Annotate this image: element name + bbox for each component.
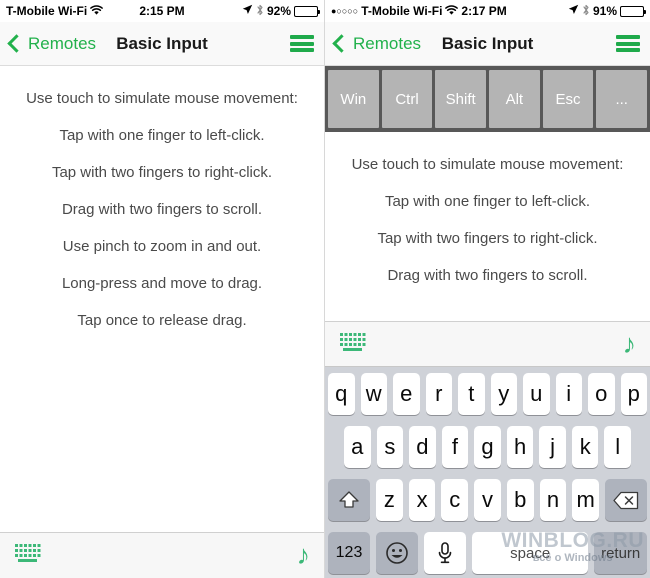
carrier-label: T-Mobile Wi-Fi <box>361 4 443 18</box>
chevron-left-icon <box>7 34 26 53</box>
modifier-key-shift[interactable]: Shift <box>435 70 487 128</box>
key-g[interactable]: g <box>474 426 501 468</box>
status-bar-left-group: T-Mobile Wi-Fi <box>6 4 104 18</box>
key-j[interactable]: j <box>539 426 566 468</box>
right-nav-bar: Remotes Basic Input <box>325 22 650 66</box>
instruction-line: Use touch to simulate mouse movement: <box>26 90 298 107</box>
key-space[interactable]: space <box>472 532 589 574</box>
battery-full-icon <box>620 5 646 17</box>
wifi-icon <box>90 4 104 18</box>
key-i[interactable]: i <box>555 373 582 415</box>
key-z[interactable]: z <box>375 479 403 521</box>
emoji-smiley-icon[interactable] <box>376 532 418 574</box>
instruction-line: Tap with one finger to left-click. <box>384 193 591 210</box>
right-phone-screen: ●○○○○ T-Mobile Wi-Fi 2:17 PM 91% Remotes… <box>325 0 650 578</box>
left-phone-screen: T-Mobile Wi-Fi 2:15 PM 92% Remotes Basic… <box>0 0 325 578</box>
key-y[interactable]: y <box>490 373 517 415</box>
key-u[interactable]: u <box>523 373 550 415</box>
status-bar-time: 2:17 PM <box>461 4 507 18</box>
music-note-icon[interactable]: ♪ <box>623 330 637 358</box>
left-accessory-toolbar: ♪ <box>0 532 324 578</box>
instruction-line: Long-press and move to drag. <box>61 275 263 292</box>
keyboard-icon[interactable] <box>14 542 44 569</box>
left-status-bar: T-Mobile Wi-Fi 2:15 PM 92% <box>0 0 324 22</box>
key-h[interactable]: h <box>506 426 534 468</box>
right-accessory-toolbar: ♪ <box>325 321 650 367</box>
battery-percent-label: 91% <box>592 4 617 18</box>
backspace-icon[interactable] <box>605 479 648 521</box>
hamburger-menu-icon[interactable] <box>290 35 314 52</box>
back-button-label: Remotes <box>28 33 97 53</box>
wifi-icon <box>445 4 459 18</box>
right-instructions-panel: Use touch to simulate mouse movement: Ta… <box>325 132 650 294</box>
modifier-key-ctrl[interactable]: Ctrl <box>381 70 433 128</box>
key-c[interactable]: c <box>441 479 469 521</box>
key-return[interactable]: return <box>594 532 647 574</box>
key-e[interactable]: e <box>393 373 420 415</box>
microphone-icon[interactable] <box>424 532 466 574</box>
instruction-line: Tap with two fingers to right-click. <box>377 230 598 247</box>
onscreen-keyboard: q w e r t y u i o p a s d f g h j k l z … <box>325 367 650 578</box>
hamburger-menu-icon[interactable] <box>616 35 640 52</box>
key-l[interactable]: l <box>604 426 632 468</box>
key-n[interactable]: n <box>539 479 567 521</box>
signal-strength-dots: ●○○○○ <box>331 5 359 16</box>
key-d[interactable]: d <box>409 426 436 468</box>
key-m[interactable]: m <box>572 479 600 521</box>
status-bar-left-group: ●○○○○ T-Mobile Wi-Fi 2:17 PM <box>331 4 507 18</box>
back-button-remotes[interactable]: Remotes <box>7 33 97 54</box>
bluetooth-icon <box>582 4 590 19</box>
modifier-key-more[interactable]: ... <box>596 70 648 128</box>
chevron-left-icon <box>332 34 351 53</box>
key-numbers-123[interactable]: 123 <box>328 532 370 574</box>
left-nav-bar: Remotes Basic Input <box>0 22 324 66</box>
key-v[interactable]: v <box>474 479 501 521</box>
back-button-remotes[interactable]: Remotes <box>332 33 422 54</box>
dual-screenshot-container: T-Mobile Wi-Fi 2:15 PM 92% Remotes Basic… <box>0 0 650 578</box>
instruction-line: Use touch to simulate mouse movement: <box>351 156 624 173</box>
instruction-line: Tap with one finger to left-click. <box>59 127 265 144</box>
key-s[interactable]: s <box>376 426 404 468</box>
key-a[interactable]: a <box>343 426 371 468</box>
key-x[interactable]: x <box>408 479 436 521</box>
key-p[interactable]: p <box>620 373 647 415</box>
keyboard-row-3: z x c v b n m <box>327 479 648 521</box>
keyboard-region: ♪ q w e r t y u i o p a s d f g h j k l … <box>325 321 650 578</box>
modifier-key-esc[interactable]: Esc <box>542 70 594 128</box>
back-button-label: Remotes <box>353 33 422 53</box>
shift-arrow-icon[interactable] <box>327 479 370 521</box>
key-w[interactable]: w <box>360 373 387 415</box>
status-bar-right-group: 91% <box>568 4 646 19</box>
bluetooth-icon <box>256 4 264 19</box>
key-t[interactable]: t <box>458 373 485 415</box>
music-note-icon[interactable]: ♪ <box>297 542 311 569</box>
instruction-line: Tap once to release drag. <box>77 312 247 329</box>
key-f[interactable]: f <box>441 426 469 468</box>
instruction-line: Drag with two fingers to scroll. <box>387 267 588 284</box>
battery-percent-label: 92% <box>266 4 291 18</box>
modifier-key-win[interactable]: Win <box>328 70 379 128</box>
carrier-label: T-Mobile Wi-Fi <box>6 4 88 18</box>
keyboard-row-4: 123 space return <box>328 532 647 574</box>
modifier-key-bar: Win Ctrl Shift Alt Esc ... <box>325 66 650 132</box>
battery-full-icon <box>294 5 320 17</box>
instruction-line: Drag with two fingers to scroll. <box>61 201 263 218</box>
location-arrow-icon <box>242 4 253 18</box>
status-bar-right-group: 92% <box>242 4 320 19</box>
location-arrow-icon <box>568 4 579 18</box>
key-b[interactable]: b <box>506 479 534 521</box>
keyboard-icon[interactable] <box>339 331 369 358</box>
key-q[interactable]: q <box>328 373 355 415</box>
keyboard-row-2: a s d f g h j k l <box>328 426 647 468</box>
instruction-line: Tap with two fingers to right-click. <box>51 164 273 181</box>
right-status-bar: ●○○○○ T-Mobile Wi-Fi 2:17 PM 91% <box>325 0 650 22</box>
instruction-line: Use pinch to zoom in and out. <box>62 238 262 255</box>
key-k[interactable]: k <box>571 426 599 468</box>
key-r[interactable]: r <box>425 373 452 415</box>
key-o[interactable]: o <box>588 373 615 415</box>
left-instructions-panel: Use touch to simulate mouse movement: Ta… <box>0 66 324 339</box>
modifier-key-alt[interactable]: Alt <box>489 70 540 128</box>
keyboard-row-1: q w e r t y u i o p <box>328 373 647 415</box>
